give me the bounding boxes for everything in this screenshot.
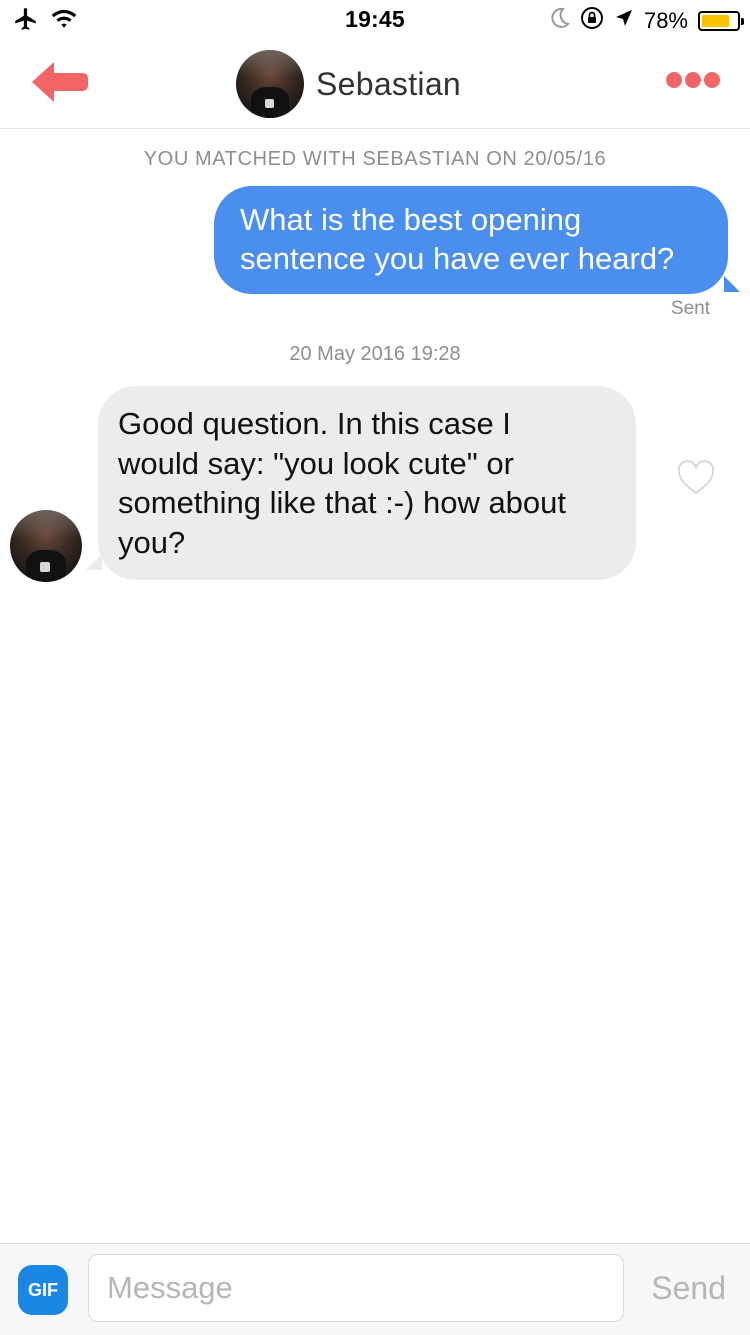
message-line: would say: "you look cute" or xyxy=(118,445,514,481)
status-bar: 19:45 78% xyxy=(0,0,750,40)
heart-outline-icon xyxy=(677,460,715,495)
match-banner: YOU MATCHED WITH SEBASTIAN ON 20/05/16 xyxy=(143,148,607,170)
like-button[interactable] xyxy=(676,460,716,500)
message-line: Good question. In this case I xyxy=(118,406,511,441)
message-input[interactable] xyxy=(88,1254,624,1322)
battery-icon xyxy=(698,11,744,31)
chat-header: Sebastian xyxy=(0,42,750,129)
moon-icon xyxy=(550,7,570,35)
location-icon xyxy=(614,8,634,34)
sender-avatar[interactable] xyxy=(10,510,82,582)
message-line: you? xyxy=(118,524,186,560)
gif-button[interactable]: GIF xyxy=(18,1265,68,1315)
message-line: What is the best opening xyxy=(240,202,582,237)
orientation-lock-icon xyxy=(580,6,604,36)
outgoing-message[interactable]: What is the best opening sentence you ha… xyxy=(214,186,740,294)
profile-header[interactable]: Sebastian xyxy=(236,50,461,118)
message-timestamp: 20 May 2016 19:28 xyxy=(289,343,461,365)
send-button[interactable]: Send xyxy=(651,1270,726,1307)
avatar[interactable] xyxy=(236,50,304,118)
incoming-message[interactable]: Good question. In this case I would say:… xyxy=(86,386,636,580)
message-line: something like that :-) how about xyxy=(118,485,567,520)
status-right: 78% xyxy=(550,6,744,36)
compose-bar: GIF Send xyxy=(0,1243,750,1335)
back-arrow-icon xyxy=(32,62,88,102)
contact-name: Sebastian xyxy=(316,65,462,102)
message-line: sentence you have ever heard? xyxy=(240,241,675,276)
sent-status: Sent xyxy=(670,298,710,319)
more-options-button[interactable] xyxy=(666,72,720,88)
back-button[interactable] xyxy=(28,58,92,106)
battery-percent: 78% xyxy=(643,8,688,33)
battery-fill xyxy=(702,15,729,27)
more-dots-icon xyxy=(666,72,682,88)
